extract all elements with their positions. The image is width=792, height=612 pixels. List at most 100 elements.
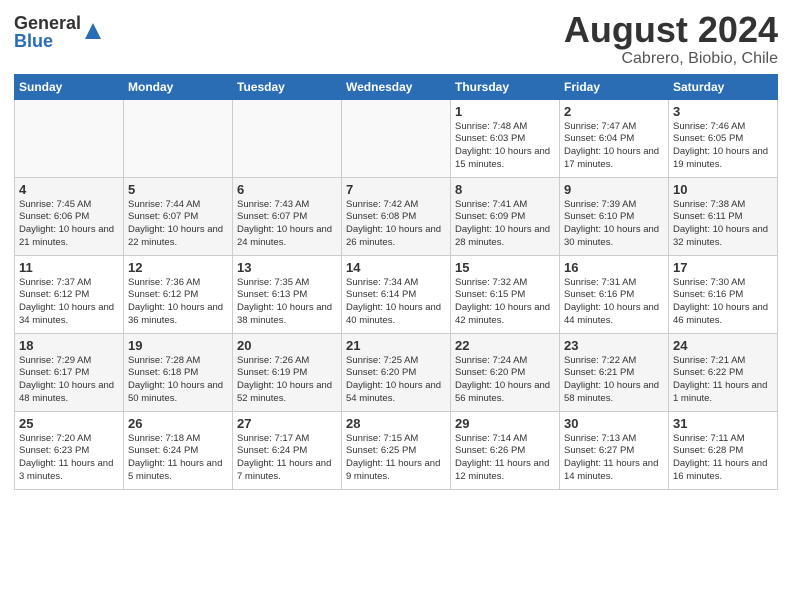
day-info: Daylight: 10 hours and 34 minutes.	[19, 302, 119, 328]
day-number: 2	[564, 104, 664, 119]
day-info: Sunrise: 7:38 AM	[673, 199, 773, 212]
day-info: Sunset: 6:23 PM	[19, 445, 119, 458]
day-info: Sunrise: 7:25 AM	[346, 355, 446, 368]
day-info: Sunset: 6:16 PM	[673, 289, 773, 302]
logo-general-text: General	[14, 14, 81, 32]
day-info: Sunrise: 7:34 AM	[346, 277, 446, 290]
day-info: Sunrise: 7:47 AM	[564, 121, 664, 134]
calendar-cell: 16Sunrise: 7:31 AMSunset: 6:16 PMDayligh…	[560, 255, 669, 333]
day-number: 9	[564, 182, 664, 197]
day-info: Sunrise: 7:45 AM	[19, 199, 119, 212]
day-info: Sunset: 6:24 PM	[128, 445, 228, 458]
day-info: Sunrise: 7:14 AM	[455, 433, 555, 446]
day-info: Sunrise: 7:11 AM	[673, 433, 773, 446]
weekday-saturday: Saturday	[669, 74, 778, 99]
calendar-week-1: 1Sunrise: 7:48 AMSunset: 6:03 PMDaylight…	[15, 99, 778, 177]
day-info: Sunset: 6:14 PM	[346, 289, 446, 302]
day-number: 28	[346, 416, 446, 431]
day-info: Sunset: 6:22 PM	[673, 367, 773, 380]
day-info: Daylight: 10 hours and 24 minutes.	[237, 224, 337, 250]
day-info: Daylight: 10 hours and 38 minutes.	[237, 302, 337, 328]
day-info: Sunset: 6:16 PM	[564, 289, 664, 302]
day-number: 30	[564, 416, 664, 431]
weekday-friday: Friday	[560, 74, 669, 99]
day-info: Daylight: 11 hours and 9 minutes.	[346, 458, 446, 484]
weekday-wednesday: Wednesday	[342, 74, 451, 99]
day-info: Sunset: 6:08 PM	[346, 211, 446, 224]
day-info: Sunrise: 7:35 AM	[237, 277, 337, 290]
calendar-cell: 5Sunrise: 7:44 AMSunset: 6:07 PMDaylight…	[124, 177, 233, 255]
day-info: Sunset: 6:10 PM	[564, 211, 664, 224]
day-number: 12	[128, 260, 228, 275]
day-info: Daylight: 10 hours and 17 minutes.	[564, 146, 664, 172]
day-info: Sunrise: 7:29 AM	[19, 355, 119, 368]
calendar-cell: 19 Sunrise: 7:28 AMSunset: 6:18 PMDayligh…	[124, 333, 233, 411]
day-info: Daylight: 10 hours and 28 minutes.	[455, 224, 555, 250]
day-number: 24	[673, 338, 773, 353]
day-number: 19	[128, 338, 228, 353]
calendar-cell: 12Sunrise: 7:36 AMSunset: 6:12 PMDayligh…	[124, 255, 233, 333]
title-area: August 2024 Cabrero, Biobio, Chile	[564, 10, 778, 68]
calendar-cell: 13Sunrise: 7:35 AMSunset: 6:13 PMDayligh…	[233, 255, 342, 333]
day-info: Sunset: 6:24 PM	[237, 445, 337, 458]
calendar-cell: 2 Sunrise: 7:47 AMSunset: 6:04 PMDaylight…	[560, 99, 669, 177]
day-number: 8	[455, 182, 555, 197]
calendar-table: SundayMondayTuesdayWednesdayThursdayFrid…	[14, 74, 778, 490]
day-number: 7	[346, 182, 446, 197]
day-info: Sunrise: 7:26 AM	[237, 355, 337, 368]
calendar-week-5: 25Sunrise: 7:20 AMSunset: 6:23 PMDayligh…	[15, 411, 778, 489]
calendar-cell	[15, 99, 124, 177]
day-number: 4	[19, 182, 119, 197]
day-info: Sunrise: 7:28 AM	[128, 355, 228, 368]
day-info: Sunrise: 7:17 AM	[237, 433, 337, 446]
calendar-cell: 24Sunrise: 7:21 AMSunset: 6:22 PMDayligh…	[669, 333, 778, 411]
day-info: Daylight: 10 hours and 52 minutes.	[237, 380, 337, 406]
day-info: Sunrise: 7:36 AM	[128, 277, 228, 290]
day-number: 10	[673, 182, 773, 197]
calendar-cell: 15Sunrise: 7:32 AMSunset: 6:15 PMDayligh…	[451, 255, 560, 333]
day-info: Sunset: 6:07 PM	[128, 211, 228, 224]
day-info: Sunrise: 7:20 AM	[19, 433, 119, 446]
day-info: Sunrise: 7:21 AM	[673, 355, 773, 368]
logo-blue-text: Blue	[14, 32, 81, 50]
calendar-cell: 23Sunrise: 7:22 AMSunset: 6:21 PMDayligh…	[560, 333, 669, 411]
calendar-cell: 21Sunrise: 7:25 AMSunset: 6:20 PMDayligh…	[342, 333, 451, 411]
day-info: Daylight: 10 hours and 42 minutes.	[455, 302, 555, 328]
calendar-week-2: 4 Sunrise: 7:45 AMSunset: 6:06 PM Daylight…	[15, 177, 778, 255]
calendar-week-3: 11Sunrise: 7:37 AMSunset: 6:12 PMDayligh…	[15, 255, 778, 333]
day-number: 14	[346, 260, 446, 275]
day-info: Sunset: 6:25 PM	[346, 445, 446, 458]
day-number: 5	[128, 182, 228, 197]
day-info: Daylight: 10 hours and 44 minutes.	[564, 302, 664, 328]
day-info: Sunset: 6:05 PM	[673, 133, 773, 146]
day-info: Sunrise: 7:46 AM	[673, 121, 773, 134]
day-info: Daylight: 10 hours and 22 minutes.	[128, 224, 228, 250]
weekday-tuesday: Tuesday	[233, 74, 342, 99]
day-info: Daylight: 10 hours and 48 minutes.	[19, 380, 119, 406]
day-info: Sunset: 6:06 PM	[19, 211, 119, 224]
day-info: Daylight: 10 hours and 50 minutes.	[128, 380, 228, 406]
day-info: Sunrise: 7:43 AM	[237, 199, 337, 212]
day-info: Sunset: 6:04 PM	[564, 133, 664, 146]
day-info: Sunrise: 7:22 AM	[564, 355, 664, 368]
day-info: Sunset: 6:19 PM	[237, 367, 337, 380]
day-info: Sunrise: 7:48 AM	[455, 121, 555, 134]
calendar-cell: 22Sunrise: 7:24 AMSunset: 6:20 PMDayligh…	[451, 333, 560, 411]
day-info: Daylight: 11 hours and 5 minutes.	[128, 458, 228, 484]
day-info: Sunrise: 7:31 AM	[564, 277, 664, 290]
day-info: Daylight: 10 hours and 54 minutes.	[346, 380, 446, 406]
day-number: 20	[237, 338, 337, 353]
calendar-week-4: 18Sunrise: 7:29 AMSunset: 6:17 PMDayligh…	[15, 333, 778, 411]
day-number: 26	[128, 416, 228, 431]
calendar-cell: 4Sunrise: 7:45 AMSunset: 6:06 PMDaylight…	[15, 177, 124, 255]
calendar-cell: 8Sunrise: 7:41 AMSunset: 6:09 PMDaylight…	[451, 177, 560, 255]
day-info: Sunset: 6:20 PM	[346, 367, 446, 380]
calendar-cell: 27Sunrise: 7:17 AMSunset: 6:24 PMDayligh…	[233, 411, 342, 489]
day-info: Daylight: 10 hours and 19 minutes.	[673, 146, 773, 172]
day-info: Sunset: 6:20 PM	[455, 367, 555, 380]
calendar-cell	[233, 99, 342, 177]
calendar-cell: 10Sunrise: 7:38 AMSunset: 6:11 PMDayligh…	[669, 177, 778, 255]
day-info: Sunset: 6:18 PM	[128, 367, 228, 380]
day-info: Daylight: 11 hours and 14 minutes.	[564, 458, 664, 484]
calendar-cell: 9Sunrise: 7:39 AMSunset: 6:10 PMDaylight…	[560, 177, 669, 255]
